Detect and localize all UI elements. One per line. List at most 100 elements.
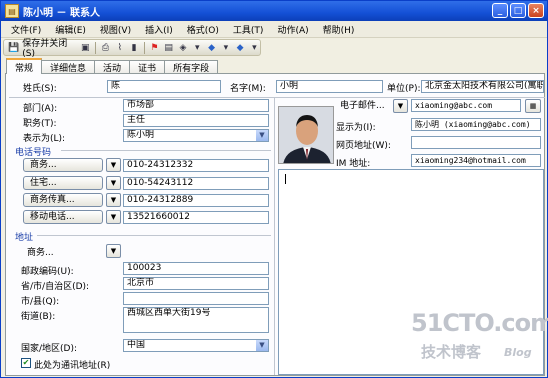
phone-business-dropdown[interactable]: ▼ <box>106 158 121 172</box>
contact-window: ▤ 陈小明 － 联系人 _ □ × 文件(F) 编辑(E) 视图(V) 插入(I… <box>0 0 548 378</box>
country-label: 国家/地区(D): <box>21 344 78 354</box>
department-label: 部门(A): <box>23 104 58 114</box>
menu-help[interactable]: 帮助(H) <box>323 23 355 36</box>
surname-label: 姓氏(S): <box>23 84 57 94</box>
attach-icon[interactable]: ⌇ <box>114 42 125 53</box>
country-select[interactable]: 中国 ▼ <box>123 339 269 352</box>
card-icon[interactable]: ▤ <box>163 42 174 53</box>
file-as-label: 表示为(L): <box>23 134 66 144</box>
next-item-icon[interactable]: ◆ <box>234 42 245 53</box>
im-address-label: IM 地址: <box>336 159 371 169</box>
tab-certificates[interactable]: 证书 <box>129 60 166 74</box>
maximize-button[interactable]: □ <box>510 3 526 18</box>
standard-toolbar: 💾 保存并关闭(S) ▣ ⎙ ⌇ ▮ ⚑ ▤ ◈ ▾ ◆ ▾ ◆ ▾ <box>3 36 261 59</box>
menu-actions[interactable]: 动作(A) <box>277 23 308 36</box>
address-book-icon[interactable]: ▦ <box>525 99 541 113</box>
save-close-button[interactable]: 保存并关闭(S) <box>22 36 76 59</box>
surname-field[interactable]: 陈 <box>107 80 221 93</box>
chevron-down-icon[interactable]: ▼ <box>256 340 268 351</box>
tab-activities[interactable]: 活动 <box>94 60 131 74</box>
phone-mobile-button[interactable]: 移动电话... <box>23 210 103 224</box>
phone-home-field[interactable]: 010-54243112 <box>123 177 269 190</box>
delete-icon[interactable]: ▮ <box>128 42 139 53</box>
text-cursor <box>285 174 286 184</box>
window-title: 陈小明 － 联系人 <box>23 7 100 19</box>
department-field[interactable]: 市场部 <box>123 99 269 112</box>
chevron-down-icon[interactable]: ▼ <box>256 130 268 141</box>
mailing-address-checkbox[interactable]: ✔ <box>21 358 31 368</box>
email-field[interactable]: xiaoming@abc.com <box>411 99 521 112</box>
im-address-field[interactable]: xiaoming234@hotmail.com <box>411 154 541 167</box>
phone-business-field[interactable]: 010-24312332 <box>123 159 269 172</box>
contact-photo[interactable] <box>278 106 334 164</box>
file-as-select[interactable]: 陈小明 ▼ <box>123 129 269 142</box>
job-title-label: 职务(T): <box>23 119 57 129</box>
tab-strip: 常规 详细信息 活动 证书 所有字段 <box>6 58 219 74</box>
chevron-down-icon[interactable]: ▾ <box>220 42 231 53</box>
street-label: 街道(B): <box>21 312 56 322</box>
city-field[interactable] <box>123 292 269 305</box>
company-label: 单位(P): <box>387 84 421 94</box>
company-field[interactable]: 北京金太阳技术有限公司(寓职 <box>421 80 544 93</box>
map-icon[interactable]: ◈ <box>177 42 188 53</box>
phone-fax-button[interactable]: 商务传真... <box>23 193 103 207</box>
given-name-field[interactable]: 小明 <box>276 80 383 93</box>
column-divider <box>274 97 275 375</box>
flag-icon[interactable]: ⚑ <box>149 42 160 53</box>
phone-mobile-dropdown[interactable]: ▼ <box>106 210 121 224</box>
minimize-button[interactable]: _ <box>492 3 508 18</box>
tab-details[interactable]: 详细信息 <box>41 60 96 74</box>
city-label: 市/县(Q): <box>21 297 60 307</box>
province-field[interactable]: 北京市 <box>123 277 269 290</box>
print-icon[interactable]: ⎙ <box>100 42 111 53</box>
menu-format[interactable]: 格式(O) <box>187 23 219 36</box>
phone-section-title: 电话号码 <box>15 148 52 158</box>
email-display-field[interactable]: 陈小明 (xiaoming@abc.com) <box>411 118 541 131</box>
address-type-dropdown[interactable]: ▼ <box>106 244 121 258</box>
web-page-field[interactable] <box>411 136 541 149</box>
phone-home-dropdown[interactable]: ▼ <box>106 176 121 190</box>
tab-general[interactable]: 常规 <box>6 58 43 74</box>
menu-tools[interactable]: 工具(T) <box>233 23 264 36</box>
phone-fax-field[interactable]: 010-24312889 <box>123 194 269 207</box>
divider <box>61 150 271 151</box>
job-title-field[interactable]: 主任 <box>123 114 269 127</box>
watermark-subtitle: 技术博客 <box>421 343 482 361</box>
tab-all-fields[interactable]: 所有字段 <box>164 60 219 74</box>
street-field[interactable]: 西城区西单大街19号 <box>123 307 269 333</box>
menu-bar: 文件(F) 编辑(E) 视图(V) 插入(I) 格式(O) 工具(T) 动作(A… <box>1 21 547 38</box>
postal-code-field[interactable]: 100023 <box>123 262 269 275</box>
chevron-down-icon[interactable]: ▾ <box>249 42 260 53</box>
file-as-value: 陈小明 <box>127 130 155 140</box>
province-label: 省/市/自治区(D): <box>21 282 90 292</box>
notes-area[interactable] <box>278 169 544 375</box>
person-photo-icon <box>279 107 333 163</box>
email-button[interactable]: 电子邮件... <box>334 100 391 114</box>
postal-code-label: 邮政编码(U): <box>21 267 74 277</box>
save-icon[interactable]: ▣ <box>80 42 91 53</box>
given-name-label: 名字(M): <box>230 84 266 94</box>
web-page-label: 网页地址(W): <box>336 141 391 151</box>
close-button[interactable]: × <box>528 3 544 18</box>
menu-edit[interactable]: 编辑(E) <box>55 23 86 36</box>
phone-fax-dropdown[interactable]: ▼ <box>106 193 121 207</box>
phone-mobile-field[interactable]: 13521660012 <box>123 211 269 224</box>
country-value: 中国 <box>127 340 146 350</box>
mailing-address-label: 此处为通讯地址(R) <box>34 361 111 371</box>
menu-file[interactable]: 文件(F) <box>11 23 41 36</box>
save-close-icon: 💾 <box>8 42 20 53</box>
menu-insert[interactable]: 插入(I) <box>145 23 173 36</box>
phone-home-button[interactable]: 住宅... <box>23 176 103 190</box>
divider <box>9 97 545 98</box>
divider <box>37 235 271 236</box>
phone-business-button[interactable]: 商务... <box>23 158 103 172</box>
address-section-title: 地址 <box>15 233 34 243</box>
menu-view[interactable]: 视图(V) <box>100 23 131 36</box>
chevron-down-icon[interactable]: ▾ <box>192 42 203 53</box>
address-type-button[interactable]: 商务... <box>27 245 54 258</box>
email-type-dropdown[interactable]: ▼ <box>393 99 408 113</box>
contact-card-icon: ▤ <box>5 4 19 18</box>
previous-item-icon[interactable]: ◆ <box>206 42 217 53</box>
title-bar[interactable]: ▤ 陈小明 － 联系人 _ □ × <box>1 1 547 21</box>
watermark-blog: Blog <box>504 346 532 359</box>
